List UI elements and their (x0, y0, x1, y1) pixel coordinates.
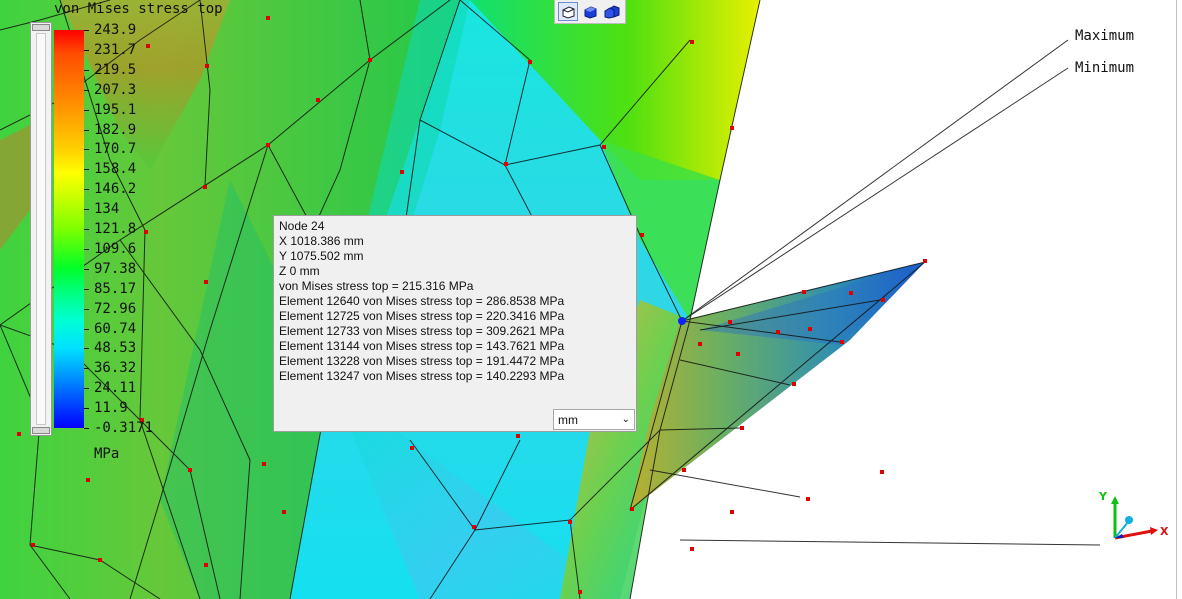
legend-label: 146.2 (94, 181, 137, 198)
scroll-up-cap[interactable] (32, 24, 50, 31)
legend-tick (84, 229, 89, 230)
viewport-border (1176, 0, 1177, 599)
info-line: Element 13228 von Mises stress top = 191… (279, 354, 565, 368)
legend-tick (84, 209, 89, 211)
info-line: Z 0 mm (279, 264, 320, 278)
info-line: Element 12733 von Mises stress top = 309… (279, 324, 565, 338)
legend-colorbar (54, 30, 84, 428)
legend-tick (84, 388, 89, 390)
minimum-label: Minimum (1075, 60, 1135, 76)
view-wireframe-button[interactable] (558, 2, 578, 21)
legend-label: 60.74 (94, 320, 137, 337)
scroll-down-cap[interactable] (32, 427, 50, 434)
unit-select[interactable]: mm ⌄ (553, 409, 635, 430)
info-line: Element 13247 von Mises stress top = 140… (279, 369, 565, 383)
axis-triad: Y X (1098, 490, 1169, 540)
legend-label: 182.9 (94, 121, 137, 138)
3d-viewport[interactable]: von Mises stress top 243.9 231.7 219.5 207.… (0, 0, 1182, 599)
legend-label: 134 (94, 201, 120, 218)
legend-label: 36.32 (94, 360, 137, 377)
legend-label: 48.53 (94, 340, 137, 357)
legend-tick (84, 308, 89, 310)
legend-label: 231.7 (94, 41, 137, 58)
legend-scrollbar[interactable] (30, 22, 52, 436)
legend-title: von Mises stress top (54, 1, 223, 17)
legend-tick (84, 30, 89, 31)
legend-label: 243.9 (94, 22, 137, 38)
legend-tick (84, 428, 89, 429)
view-multi-button[interactable] (602, 2, 622, 21)
scroll-track[interactable] (36, 33, 46, 425)
maximum-label: Maximum (1075, 28, 1135, 44)
legend-tick (84, 109, 89, 111)
info-line: Y 1075.502 mm (279, 249, 364, 263)
legend-label: 158.4 (94, 161, 137, 178)
legend-label: 195.1 (94, 101, 137, 118)
info-line: Element 12725 von Mises stress top = 220… (279, 309, 565, 323)
legend-tick (84, 189, 89, 191)
info-line: Node 24 (279, 219, 325, 233)
info-line: Element 13144 von Mises stress top = 143… (279, 339, 565, 353)
view-cube-outline-icon (562, 5, 575, 19)
node-info-panel: Node 24 X 1018.386 mm Y 1075.502 mm Z 0 mm v… (273, 215, 637, 432)
legend-label: 97.38 (94, 260, 137, 277)
legend-tick (84, 69, 89, 71)
legend-label: 121.8 (94, 221, 137, 237)
legend-tick (84, 129, 89, 131)
legend-unit: MPa (94, 446, 120, 462)
selected-node-marker (678, 317, 686, 325)
legend-label: 85.17 (94, 280, 137, 297)
legend-tick (84, 169, 89, 171)
info-line: X 1018.386 mm (279, 234, 364, 248)
legend-tick (84, 348, 89, 350)
legend-tick (84, 288, 89, 290)
node-info-lines: Node 24 X 1018.386 mm Y 1075.502 mm Z 0 mm v… (279, 219, 631, 384)
x-axis-label: X (1160, 525, 1169, 538)
info-line: von Mises stress top = 215.316 MPa (279, 279, 474, 293)
legend-tick (84, 408, 89, 410)
legend-label: 170.7 (94, 141, 137, 158)
view-shaded-button[interactable] (580, 2, 600, 21)
legend-label: -0.3171 (94, 420, 154, 436)
legend-label: 72.96 (94, 300, 137, 317)
legend-label: 207.3 (94, 81, 137, 98)
chevron-down-icon: ⌄ (621, 414, 630, 425)
view-cube-solid-icon (584, 5, 597, 19)
legend-label: 24.11 (94, 380, 137, 397)
legend-label: 11.9 (94, 400, 128, 417)
unit-select-value: mm (558, 412, 578, 427)
legend-label: 219.5 (94, 61, 137, 78)
legend-tick (84, 149, 89, 151)
legend-tick (84, 328, 89, 330)
view-cube-multi-icon (604, 4, 620, 19)
legend-tick (84, 89, 89, 91)
y-axis-label: Y (1098, 490, 1108, 503)
legend-tick (84, 49, 89, 51)
view-toolbar (554, 0, 626, 24)
legend-tick (84, 268, 89, 270)
legend-tick (84, 368, 89, 370)
legend-tick (84, 248, 89, 250)
info-line: Element 12640 von Mises stress top = 286… (279, 294, 565, 308)
legend-label: 109.6 (94, 240, 137, 257)
